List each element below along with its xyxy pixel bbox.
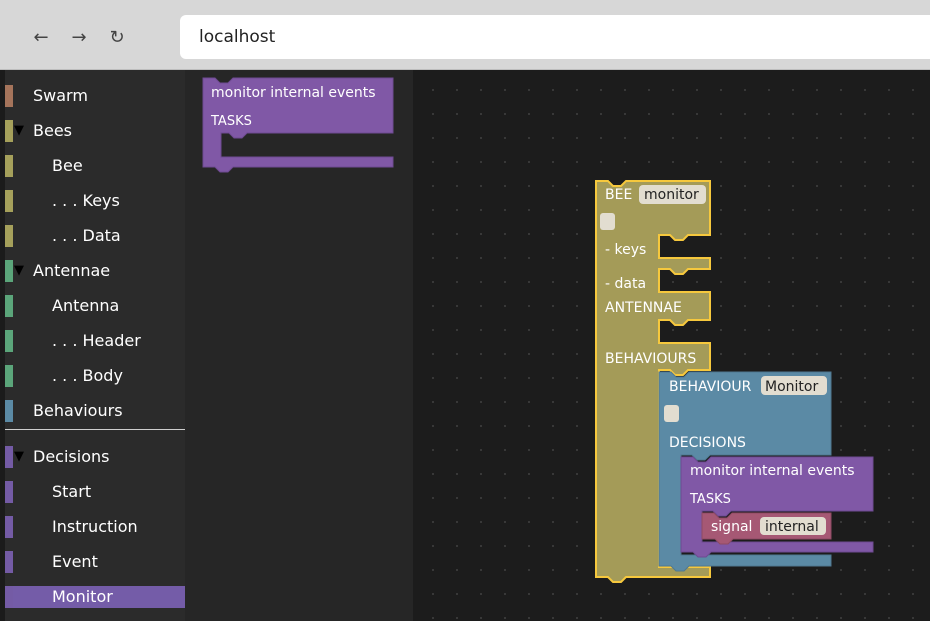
bee-label: BEE xyxy=(605,187,632,203)
behaviour-label: BEHAVIOUR xyxy=(669,379,752,395)
monitor-tasks-label: TASKS xyxy=(689,492,731,507)
bee-data-label: - data xyxy=(605,276,646,292)
flyout-monitor-block[interactable]: monitor internal events TASKS xyxy=(202,77,394,173)
monitor-title: monitor internal events xyxy=(690,463,855,479)
bee-antennae-label: ANTENNAE xyxy=(605,300,682,316)
bee-behaviours-label: BEHAVIOURS xyxy=(605,351,696,367)
behaviour-comment-field[interactable] xyxy=(664,405,679,422)
signal-label: signal xyxy=(711,519,752,535)
bee-keys-label: - keys xyxy=(605,242,646,258)
signal-block[interactable]: signal internal xyxy=(701,512,832,545)
behaviour-decisions-label: DECISIONS xyxy=(669,435,746,451)
bee-name-text: monitor xyxy=(644,187,699,203)
behaviour-name-text: Monitor xyxy=(765,379,818,395)
flyout-monitor-title: monitor internal events xyxy=(211,85,376,101)
monitor-block[interactable]: monitor internal events TASKS xyxy=(680,456,874,558)
flyout-tasks-label: TASKS xyxy=(210,114,252,129)
blocks-canvas: monitor internal events TASKS BEE monito… xyxy=(202,77,874,583)
bee-comment-field[interactable] xyxy=(600,213,615,230)
signal-value-text: internal xyxy=(765,519,819,535)
